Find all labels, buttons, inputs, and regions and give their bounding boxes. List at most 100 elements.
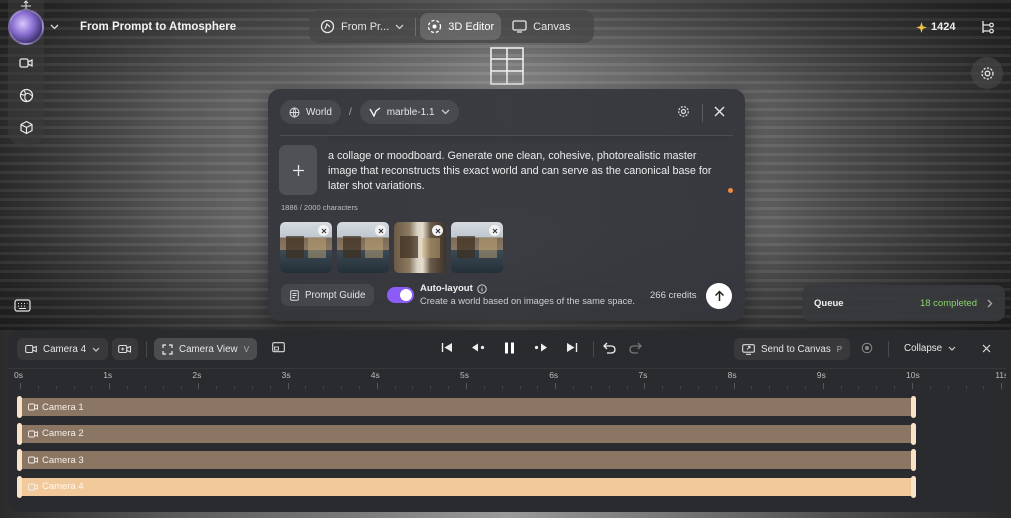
track-start-handle[interactable] [17, 396, 22, 418]
close-icon[interactable] [982, 344, 991, 353]
generate-button[interactable] [706, 283, 732, 309]
subtick-mark [341, 386, 343, 389]
subtick-mark [840, 386, 842, 389]
track-label-text: Camera 4 [42, 481, 84, 492]
breadcrumb-separator: / [348, 106, 352, 118]
track-label: Camera 2 [28, 428, 84, 439]
camera-track[interactable]: Camera 2 [17, 422, 916, 445]
tick-mark [1001, 383, 1003, 389]
camera-track[interactable]: Camera 4 [17, 475, 916, 498]
arrow-up-icon [714, 290, 725, 302]
pause-icon[interactable] [504, 342, 515, 354]
document-icon [290, 289, 299, 301]
track-end-handle[interactable] [911, 449, 916, 471]
subtick-mark [858, 386, 860, 389]
skip-to-start-icon[interactable] [441, 342, 453, 353]
subtick-mark [55, 386, 57, 389]
subtick-mark [662, 386, 664, 389]
subtick-mark [448, 386, 450, 389]
prompt-guide-button[interactable]: Prompt Guide [281, 284, 375, 306]
object-tool-button[interactable] [15, 116, 37, 138]
tick-mark [733, 383, 735, 389]
reference-image[interactable] [337, 222, 389, 273]
tick-mark [822, 383, 824, 389]
chevron-down-icon[interactable] [50, 24, 59, 30]
model-select[interactable]: marble-1.1 [359, 100, 459, 124]
camera-view-button[interactable]: Camera View V [154, 338, 258, 360]
track-start-handle[interactable] [17, 475, 22, 498]
subtick-mark [715, 386, 717, 389]
skip-to-end-icon[interactable] [566, 342, 578, 353]
subtick-mark [573, 386, 575, 389]
track-end-handle[interactable] [911, 422, 916, 445]
reference-image[interactable] [280, 222, 332, 273]
video-camera-icon [28, 430, 38, 438]
globe-icon [19, 88, 34, 103]
send-to-canvas-button[interactable]: Send to Canvas P [734, 338, 851, 360]
reference-image[interactable] [451, 222, 503, 273]
queue-panel[interactable]: Queue 18 completed [802, 285, 1005, 321]
track-end-handle[interactable] [911, 475, 916, 498]
collapse-button[interactable]: Collapse [904, 343, 956, 354]
avatar[interactable] [8, 9, 44, 45]
tick-mark [287, 383, 289, 389]
add-image-button[interactable] [279, 145, 317, 195]
time-ruler[interactable]: 0s 1s 2s 3s 4s 5s 6s 7s 8s 9s 10s 11s [8, 368, 1006, 392]
prompt-text: a collage or moodboard. Generate one cle… [328, 150, 712, 192]
camera-tool-button[interactable] [15, 52, 37, 74]
tab-3d-editor[interactable]: 3D Editor [420, 13, 502, 40]
reference-image[interactable] [394, 222, 446, 273]
subtick-mark [323, 386, 325, 389]
gear-icon[interactable] [677, 105, 690, 118]
mode-switcher: From Pr... 3D Editor Canvas [309, 10, 594, 43]
prompt-input[interactable]: a collage or moodboard. Generate one cle… [328, 139, 728, 195]
tab-from-prompt[interactable]: From Pr... [313, 13, 411, 40]
video-camera-icon [28, 403, 38, 411]
subtick-mark [537, 386, 539, 389]
remove-image-button[interactable] [318, 225, 329, 236]
subtick-mark [894, 386, 896, 389]
undo-icon[interactable] [603, 342, 616, 354]
keyboard-icon[interactable] [14, 299, 31, 312]
timeline-panel: Camera 4 Camera View V Send to Canvas P … [8, 330, 1006, 512]
step-forward-icon[interactable] [533, 342, 548, 353]
close-icon[interactable] [714, 106, 725, 117]
remove-image-button[interactable] [375, 225, 386, 236]
share-tree-icon[interactable] [980, 20, 995, 35]
track-label-text: Camera 1 [42, 401, 84, 413]
remove-image-button[interactable] [432, 225, 443, 236]
remove-image-button[interactable] [489, 225, 500, 236]
camera-track[interactable]: Camera 3 [17, 449, 916, 471]
tick-label: 11s [995, 370, 1006, 380]
tick-label: 8s [727, 370, 737, 380]
camera-select[interactable]: Camera 4 [17, 338, 109, 360]
record-icon[interactable] [861, 342, 873, 354]
subtick-mark [590, 386, 592, 389]
add-camera-button[interactable] [112, 338, 138, 360]
chevron-down-icon [441, 109, 450, 115]
project-title[interactable]: From Prompt to Atmosphere [80, 21, 236, 33]
tab-canvas[interactable]: Canvas [505, 13, 577, 40]
auto-layout-description: Create a world based on images of the sa… [420, 296, 635, 306]
track-start-handle[interactable] [17, 449, 22, 471]
info-icon[interactable] [477, 283, 487, 294]
subtick-mark [127, 386, 129, 389]
camera-track[interactable]: Camera 1 [17, 396, 916, 418]
divider [593, 341, 594, 357]
credits-balance[interactable]: 1424 [916, 21, 955, 33]
track-end-handle[interactable] [911, 396, 916, 418]
auto-layout-toggle[interactable] [387, 287, 414, 303]
tick-label: 4s [370, 370, 380, 380]
settings-button[interactable] [971, 57, 1003, 89]
world-tool-button[interactable] [15, 84, 37, 106]
chevron-down-icon [395, 24, 404, 30]
track-start-handle[interactable] [17, 422, 22, 445]
auto-layout-title-text: Auto-layout [420, 283, 473, 294]
tick-label: 0s [14, 370, 23, 380]
world-chip[interactable]: World [280, 100, 341, 124]
redo-icon[interactable] [629, 342, 642, 354]
step-back-icon[interactable] [471, 342, 486, 353]
picture-in-picture-icon[interactable] [272, 342, 285, 353]
subtick-mark [697, 386, 699, 389]
globe-icon [289, 107, 300, 118]
